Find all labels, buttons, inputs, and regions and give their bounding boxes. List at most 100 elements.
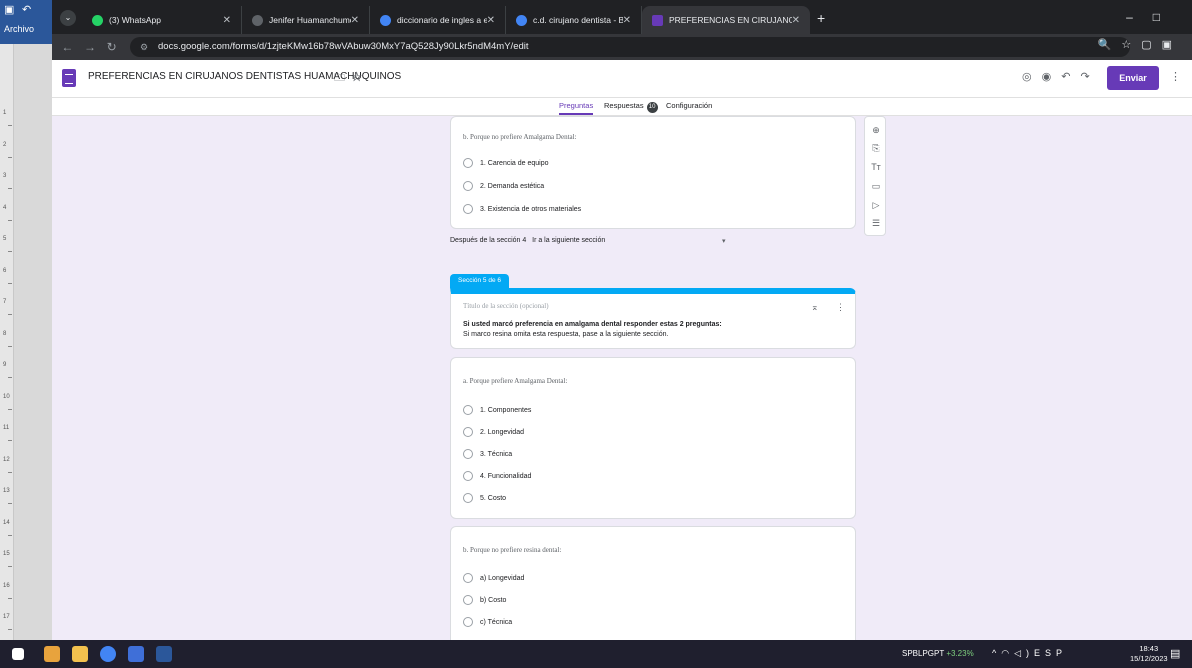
add-video-icon[interactable]: ▷ (870, 200, 882, 211)
word-document-margin (14, 44, 52, 640)
close-icon[interactable]: ✕ (623, 15, 631, 26)
radio-icon (463, 427, 473, 437)
forward-icon[interactable]: → (84, 40, 96, 54)
send-button[interactable]: Enviar (1107, 66, 1159, 90)
wifi-icon[interactable]: ◠ (1001, 648, 1014, 658)
vertical-ruler: 123456789101112131415161718 (0, 44, 14, 662)
tab-preferencias[interactable]: PREFERENCIAS EN CIRUJANOS ✕ (642, 6, 810, 34)
close-icon[interactable]: ✕ (351, 15, 359, 26)
ruler-number: 13 (3, 488, 10, 494)
close-icon[interactable]: ✕ (487, 15, 495, 26)
preview-icon[interactable]: ◉ (1042, 71, 1062, 83)
question-card-b-amalgama[interactable]: b. Porque no prefiere Amalgama Dental: 1… (450, 116, 856, 229)
ruler-mark (8, 345, 12, 347)
url-field[interactable]: ⚙ docs.google.com/forms/d/1zjteKMw16b78w… (130, 37, 1130, 57)
import-questions-icon[interactable]: ⎘ (870, 143, 882, 154)
chrome-icon[interactable] (100, 646, 116, 662)
app-icon[interactable] (44, 646, 60, 662)
tab-preguntas[interactable]: Preguntas (559, 101, 594, 115)
section-description-note[interactable]: Si marco resina omita esta respuesta, pa… (463, 331, 668, 338)
volume-icon[interactable]: ◁) (1014, 648, 1034, 658)
file-explorer-icon[interactable] (72, 646, 88, 662)
clock-date: 15/12/2023 (1130, 654, 1168, 663)
save-icon[interactable]: ▣ (4, 3, 18, 16)
radio-icon (463, 617, 473, 627)
question-title[interactable]: b. Porque no prefiere Amalgama Dental: (463, 133, 577, 141)
word-archivo-menu[interactable]: Archivo (4, 24, 34, 34)
option-label: 3. Técnica (480, 450, 513, 458)
add-section-icon[interactable]: ☰ (870, 218, 882, 229)
option-item[interactable]: 5. Costo (463, 493, 506, 503)
notifications-icon[interactable]: ▤ (1170, 647, 1180, 660)
more-options-icon[interactable]: ⋮ (836, 302, 845, 313)
close-icon[interactable]: ✕ (223, 15, 231, 26)
form-tabs: Preguntas Respuestas 10 Configuración (52, 98, 1192, 116)
forms-icon (652, 14, 663, 26)
tab-search-icon[interactable]: ⌄ (60, 10, 76, 26)
clock[interactable]: 18:43 15/12/2023 (1130, 644, 1168, 664)
option-item[interactable]: c) Técnica (463, 617, 512, 627)
after-section-select[interactable]: Ir a la siguiente sección (532, 237, 605, 244)
close-icon[interactable]: ✕ (792, 15, 800, 26)
section-description-bold[interactable]: Si usted marcó preferencia en amalgama d… (463, 321, 722, 328)
option-item[interactable]: 3. Técnica (463, 449, 512, 459)
question-card-b-resina[interactable]: b. Porque no prefiere resina dental: a) … (450, 526, 856, 640)
word-icon[interactable] (156, 646, 172, 662)
section-header-card[interactable]: Título de la sección (opcional) ⌅ ⋮ Si u… (450, 288, 856, 349)
section-title-input[interactable]: Título de la sección (opcional) (463, 302, 549, 310)
option-item[interactable]: 3. Existencia de otros materiales (463, 204, 581, 214)
title-icons: 🗀☆ (334, 69, 368, 88)
add-image-icon[interactable]: ▭ (870, 181, 882, 192)
option-item[interactable]: 1. Carencia de equipo (463, 158, 549, 168)
question-title[interactable]: b. Porque no prefiere resina dental: (463, 546, 561, 554)
forms-logo-icon[interactable] (62, 69, 76, 87)
back-icon[interactable]: ← (61, 40, 73, 54)
tab-buscar[interactable]: c.d. cirujano dentista - Buscar c ✕ (506, 6, 642, 34)
add-question-icon[interactable]: ⊕ (870, 125, 882, 136)
language-indicator[interactable]: ESP (1034, 648, 1067, 658)
system-tray[interactable]: ^◠◁)ESP (992, 648, 1067, 659)
ruler-mark (8, 408, 12, 410)
tab-configuracion[interactable]: Configuración (666, 101, 712, 110)
option-item[interactable]: 2. Longevidad (463, 427, 524, 437)
stock-widget[interactable]: SPBLPGPT +3.23% (902, 649, 974, 658)
word-quick-access: ▣ ↶ (0, 0, 52, 44)
folder-icon[interactable]: 🗀 (334, 72, 351, 84)
option-label: 5. Costo (480, 494, 507, 502)
option-label: 1. Carencia de equipo (480, 159, 549, 167)
new-tab-icon[interactable]: + (817, 10, 825, 26)
undo-icon[interactable]: ↶ (1061, 71, 1080, 83)
windows-start-icon[interactable] (12, 648, 24, 660)
ruler-mark (8, 534, 12, 536)
tab-respuestas[interactable]: Respuestas 10 (604, 101, 658, 113)
radio-icon (463, 493, 473, 503)
star-icon[interactable]: ☆ (351, 72, 368, 84)
undo-icon[interactable]: ↶ (22, 3, 36, 16)
app-icon[interactable] (128, 646, 144, 662)
tab-informe[interactable]: Jenifer Huamanchumo-Informe ✕ (242, 6, 370, 34)
redo-icon[interactable]: ↷ (1080, 71, 1099, 83)
tab-whatsapp[interactable]: (3) WhatsApp ✕ (82, 6, 242, 34)
palette-icon[interactable]: ◎ (1022, 71, 1042, 83)
reload-icon[interactable]: ↻ (107, 40, 117, 54)
question-title[interactable]: a. Porque prefiere Amalgama Dental: (463, 377, 567, 385)
option-item[interactable]: a) Longevidad (463, 573, 524, 583)
ruler-mark (8, 125, 12, 126)
window-controls[interactable]: –□ (1126, 10, 1180, 24)
respuestas-label: Respuestas (604, 101, 644, 110)
site-info-icon[interactable]: ⚙ (140, 37, 148, 57)
option-item[interactable]: b) Costo (463, 595, 506, 605)
option-item[interactable]: 1. Componentes (463, 405, 531, 415)
browser-actions[interactable]: 🔍☆▢▣ (1098, 38, 1182, 51)
more-options-icon[interactable]: ⋮ (1170, 70, 1181, 83)
tab-diccionario[interactable]: diccionario de ingles a español ✕ (370, 6, 506, 34)
chevron-up-icon[interactable]: ^ (992, 648, 1001, 658)
address-bar-row: ← → ↻ ⚙ docs.google.com/forms/d/1zjteKMw… (52, 34, 1192, 60)
collapse-icon[interactable]: ⌅ (811, 302, 819, 313)
add-title-icon[interactable]: Tт (870, 162, 882, 172)
tab-label: (3) WhatsApp (109, 15, 161, 25)
option-item[interactable]: 2. Demanda estética (463, 181, 544, 191)
dropdown-caret-icon[interactable]: ▾ (722, 237, 726, 245)
question-card-a-amalgama[interactable]: a. Porque prefiere Amalgama Dental: 1. C… (450, 357, 856, 519)
option-item[interactable]: 4. Funcionalidad (463, 471, 531, 481)
